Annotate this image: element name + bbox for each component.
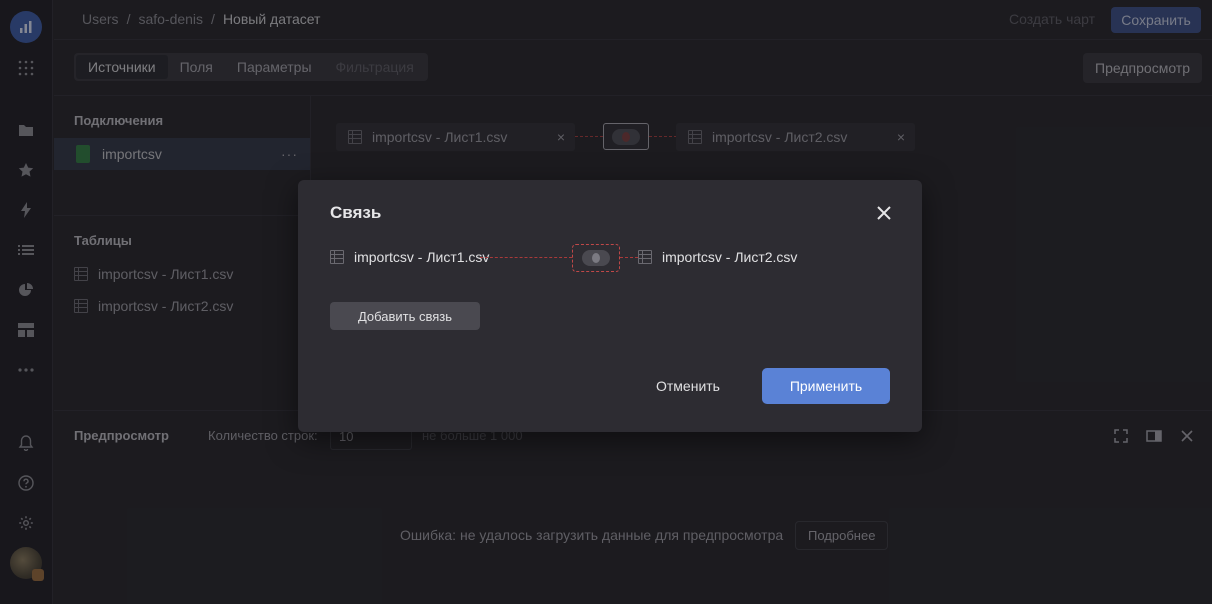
table-icon [330,250,344,264]
link-right-label: importcsv - Лист2.csv [662,249,798,265]
join-type-button[interactable] [572,244,620,272]
link-left-label: importcsv - Лист1.csv [354,249,490,265]
cancel-button[interactable]: Отменить [639,368,737,404]
link-line [620,257,638,258]
link-dialog: Связь importcsv - Лист1.csv importcsv - … [298,180,922,432]
dialog-title: Связь [330,203,382,222]
link-line [480,257,572,258]
link-left-table: importcsv - Лист1.csv [330,249,489,265]
link-right-table: importcsv - Лист2.csv [638,249,797,265]
table-icon [638,250,652,264]
add-link-button[interactable]: Добавить связь [330,302,480,330]
close-icon[interactable] [874,203,894,223]
apply-button[interactable]: Применить [762,368,890,404]
join-toggle-icon [582,250,610,266]
